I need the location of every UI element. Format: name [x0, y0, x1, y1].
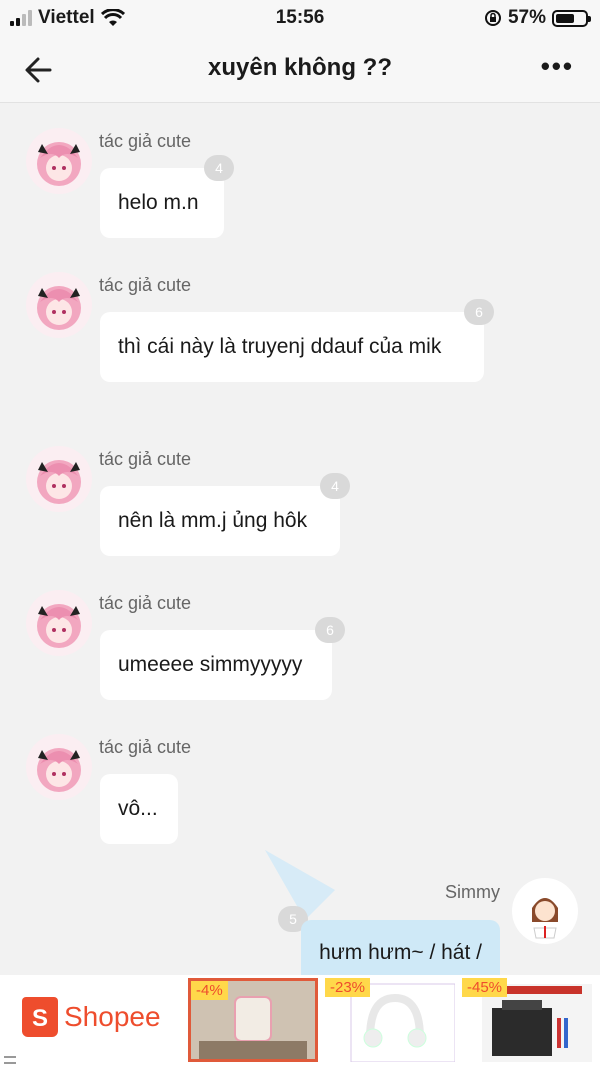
ad-product[interactable]: -4%	[188, 978, 318, 1062]
message-item: tác giả cute umeeee simmyyyyy 6	[0, 582, 600, 712]
sender-name: tác giả cute	[99, 449, 192, 469]
rotation-lock-icon	[484, 10, 501, 26]
message-item: tác giả cute thì cái này là truyenj ddau…	[0, 264, 600, 394]
avatar[interactable]	[26, 590, 92, 656]
ad-menu-icon[interactable]	[4, 1056, 16, 1064]
chat-header: xuyên không ?? •••	[0, 36, 600, 103]
read-count-badge: 4	[320, 473, 350, 499]
message-bubble[interactable]: nên là mm.j ủng hôk	[100, 486, 340, 556]
message-bubble[interactable]: helo m.n	[100, 168, 224, 238]
discount-badge: -4%	[191, 981, 228, 1000]
sender-name: tác giả cute	[99, 737, 192, 757]
avatar[interactable]	[26, 734, 92, 800]
read-count-badge: 6	[315, 617, 345, 643]
more-options-icon[interactable]: •••	[541, 53, 574, 79]
message-bubble[interactable]: vô...	[100, 774, 178, 844]
shopee-ad-banner[interactable]: S Shopee -4% -23% -45%	[0, 975, 600, 1068]
sender-name: tác giả cute	[99, 593, 192, 613]
message-item: tác giả cute nên là mm.j ủng hôk 4	[0, 438, 600, 568]
read-count-badge: 4	[204, 155, 234, 181]
read-count-badge: 6	[464, 299, 494, 325]
chat-title: xuyên không ??	[207, 54, 392, 81]
ad-product[interactable]: -23%	[325, 978, 456, 1063]
sender-name: tác giả cute	[99, 131, 192, 151]
my-message-item: Simmy 5 hưm hưm~ / hát /	[0, 876, 600, 986]
status-right: 57%	[484, 7, 591, 29]
avatar[interactable]	[26, 128, 92, 194]
battery-percent: 57%	[507, 7, 546, 28]
my-avatar[interactable]	[512, 878, 578, 944]
avatar[interactable]	[26, 272, 92, 338]
message-item: tác giả cute vô...	[0, 726, 600, 856]
shopee-logo[interactable]: S Shopee	[22, 997, 161, 1037]
message-item: tác giả cute helo m.n 4	[0, 120, 600, 250]
sender-name: tác giả cute	[99, 275, 192, 295]
ad-product[interactable]: -45%	[462, 978, 592, 1062]
status-bar: Viettel 15:56 57%	[0, 0, 600, 36]
avatar[interactable]	[26, 446, 92, 512]
my-sender-name: Simmy	[445, 882, 500, 902]
message-bubble[interactable]: thì cái này là truyenj ddauf của mik	[100, 312, 484, 382]
battery-icon	[552, 9, 591, 27]
discount-badge: -45%	[462, 978, 508, 997]
shopee-bag-icon: S	[22, 997, 58, 1037]
shopee-brand-text: Shopee	[64, 1001, 161, 1032]
discount-badge: -23%	[325, 978, 371, 997]
message-bubble[interactable]: umeeee simmyyyyy	[100, 630, 332, 700]
